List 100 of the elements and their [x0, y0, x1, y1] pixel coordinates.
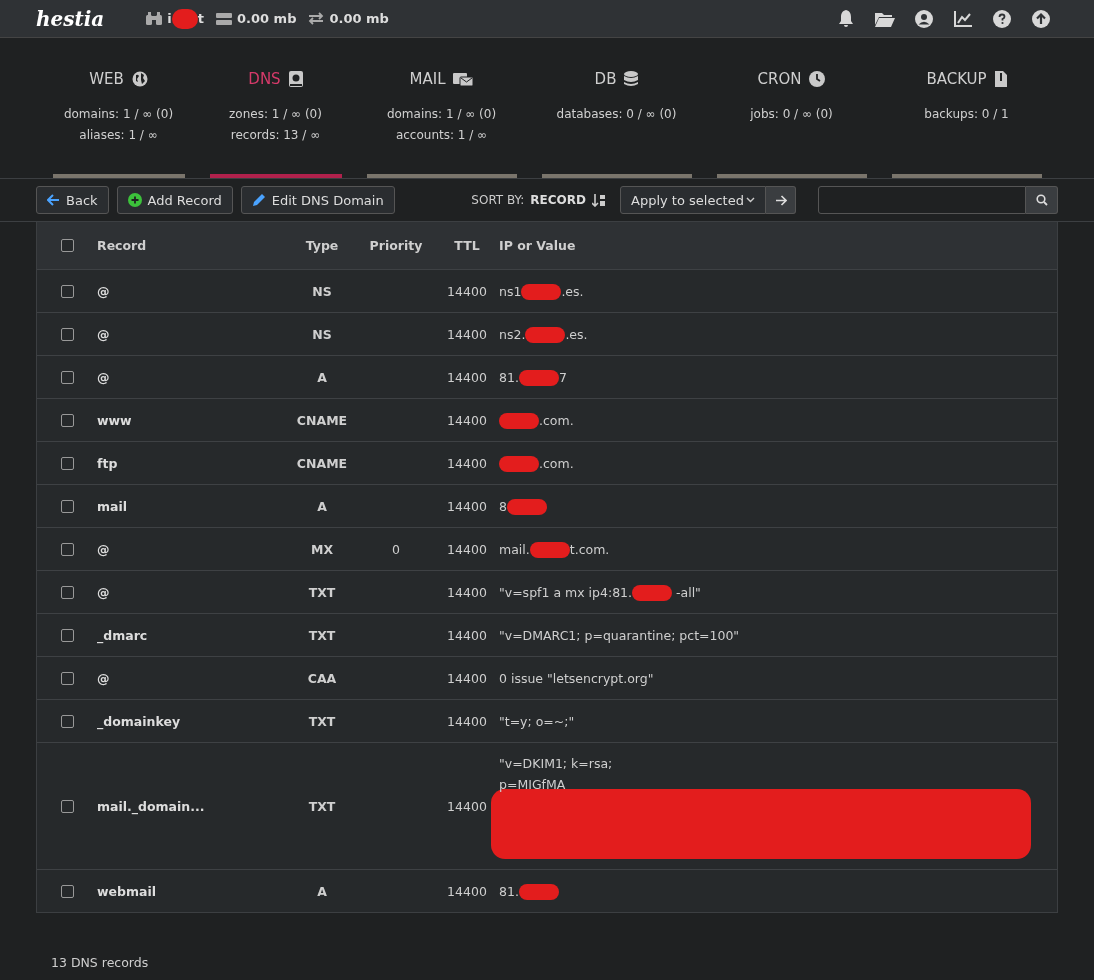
- record-name: @: [97, 670, 111, 686]
- edit-domain-button[interactable]: Edit DNS Domain: [240, 186, 395, 214]
- section-tab[interactable]: DNS: [248, 70, 281, 88]
- section-tab[interactable]: WEB: [89, 70, 124, 88]
- bandwidth-usage: 0.00 mb: [329, 11, 389, 26]
- record-ttl: 14400: [446, 412, 488, 428]
- row-checkbox[interactable]: [60, 671, 74, 685]
- row-checkbox[interactable]: [60, 284, 74, 298]
- record-name: webmail: [97, 883, 157, 899]
- bulk-action-dropdown[interactable]: Apply to selected: [620, 186, 766, 214]
- row-checkbox[interactable]: [60, 456, 74, 470]
- record-priority: 0: [391, 541, 401, 557]
- folder-icon: [875, 10, 895, 27]
- section-tab[interactable]: BACKUP: [926, 70, 987, 88]
- row-checkbox[interactable]: [60, 327, 74, 341]
- sort-icon[interactable]: [592, 193, 606, 207]
- binoculars-icon: [146, 12, 163, 25]
- record-ttl: 14400: [446, 498, 488, 514]
- row-checkbox[interactable]: [60, 585, 74, 599]
- value-text: t.com.: [569, 541, 610, 557]
- value-text: .es.: [561, 283, 584, 299]
- column-header[interactable]: TTL: [435, 238, 499, 253]
- redaction-mark: [518, 884, 559, 900]
- row-checkbox[interactable]: [60, 413, 74, 427]
- section-stat: jobs: 0 / ∞ (0): [750, 106, 833, 123]
- record-ttl: 14400: [446, 326, 488, 342]
- record-type: CAA: [306, 670, 338, 686]
- search-icon: [1035, 194, 1048, 206]
- plus-circle-icon: [127, 193, 142, 207]
- redaction-mark: [171, 8, 198, 29]
- column-header[interactable]: Record: [97, 238, 287, 253]
- record-name: mail: [97, 498, 129, 514]
- record-name: www: [97, 412, 133, 428]
- record-name: @: [97, 584, 111, 600]
- user-name: t: [197, 10, 204, 25]
- section-stat: domains: 1 / ∞ (0): [386, 106, 497, 123]
- section-stat: zones: 1 / ∞ (0): [229, 106, 322, 123]
- record-type: CNAME: [295, 412, 349, 428]
- chevron-down-icon: [746, 197, 755, 203]
- logout-button[interactable]: [1030, 7, 1052, 30]
- left-arrow-icon: [47, 194, 60, 206]
- section-stat: databases: 0 / ∞ (0): [556, 106, 677, 123]
- record-name: mail._domain...: [97, 798, 206, 814]
- account-button[interactable]: [913, 7, 935, 30]
- record-name: @: [97, 283, 111, 299]
- record-name: ftp: [97, 455, 119, 471]
- value-text: 7: [558, 369, 567, 385]
- sort-value[interactable]: RECORD: [530, 193, 586, 207]
- logo[interactable]: hestia: [36, 6, 105, 31]
- value-text: 81.: [499, 369, 519, 385]
- search-button[interactable]: [1026, 186, 1058, 214]
- row-checkbox[interactable]: [60, 499, 74, 513]
- value-text: .es.: [565, 326, 588, 342]
- column-header[interactable]: Priority: [357, 238, 435, 253]
- record-type: A: [316, 883, 328, 899]
- row-checkbox[interactable]: [60, 714, 74, 728]
- mail-icon: [453, 71, 474, 87]
- pencil-icon: [251, 193, 266, 207]
- redaction-mark: [632, 585, 673, 601]
- user-icon: [915, 9, 933, 28]
- file-icon: [994, 71, 1007, 87]
- section-stat: aliases: 1 / ∞: [79, 127, 158, 144]
- sort-label: SORT BY:: [471, 193, 525, 207]
- section-tab[interactable]: DB: [594, 70, 617, 88]
- value-text: .com.: [539, 412, 574, 428]
- record-type: TXT: [307, 627, 337, 643]
- help-button[interactable]: [991, 7, 1013, 30]
- section-tab[interactable]: MAIL: [409, 70, 446, 88]
- row-checkbox[interactable]: [60, 542, 74, 556]
- book-icon: [288, 71, 303, 87]
- search-field[interactable]: [818, 186, 1026, 214]
- right-arrow-icon: [774, 194, 787, 206]
- apply-button[interactable]: [766, 186, 796, 214]
- select-all-checkbox[interactable]: [60, 239, 74, 252]
- disk-usage: 0.00 mb: [237, 11, 297, 26]
- record-type: TXT: [307, 713, 337, 729]
- record-ttl: 14400: [446, 455, 488, 471]
- record-type: NS: [311, 283, 333, 299]
- record-type: TXT: [307, 584, 337, 600]
- back-button[interactable]: Back: [36, 186, 109, 214]
- line-chart-icon: [954, 10, 972, 27]
- row-checkbox[interactable]: [60, 884, 74, 898]
- row-checkbox[interactable]: [60, 628, 74, 642]
- redaction-mark: [506, 499, 547, 515]
- record-type: CNAME: [295, 455, 349, 471]
- column-header[interactable]: IP or Value: [499, 238, 1057, 253]
- add-record-button[interactable]: Add Record: [116, 186, 233, 214]
- row-checkbox[interactable]: [60, 799, 74, 813]
- record-ttl: 14400: [446, 798, 488, 814]
- redaction-mark: [499, 456, 539, 472]
- value-text: 0 issue "letsencrypt.org": [499, 670, 654, 686]
- record-name: _dmarc: [97, 627, 149, 643]
- value-text: "v=DMARC1; p=quarantine; pct=100": [499, 627, 740, 643]
- record-type: MX: [309, 541, 335, 557]
- section-stat: backups: 0 / 1: [924, 106, 1009, 123]
- section-tab[interactable]: CRON: [757, 70, 802, 88]
- row-checkbox[interactable]: [60, 370, 74, 384]
- record-ttl: 14400: [446, 283, 488, 299]
- record-ttl: 14400: [446, 541, 488, 557]
- column-header[interactable]: Type: [287, 238, 357, 253]
